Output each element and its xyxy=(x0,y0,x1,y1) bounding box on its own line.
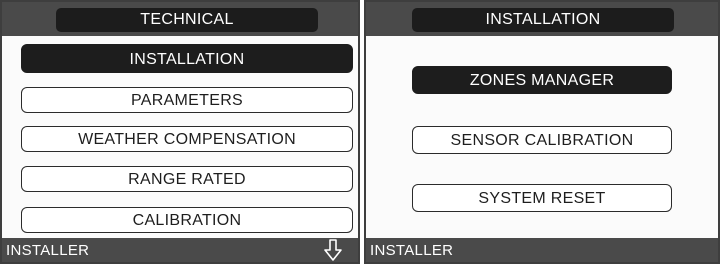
screen-title: INSTALLATION xyxy=(412,8,674,32)
footer-label: INSTALLER xyxy=(6,242,90,259)
header-bar: TECHNICAL xyxy=(2,2,358,36)
screen-title: TECHNICAL xyxy=(56,8,318,32)
menu-item-calibration[interactable]: CALIBRATION xyxy=(21,207,353,233)
menu-item-weather-compensation[interactable]: WEATHER COMPENSATION xyxy=(21,126,353,152)
menu-item-range-rated[interactable]: RANGE RATED xyxy=(21,166,353,192)
menu-item-parameters[interactable]: PARAMETERS xyxy=(21,87,353,113)
footer-bar: INSTALLER xyxy=(2,238,358,262)
footer-label: INSTALLER xyxy=(370,242,454,259)
menu-item-zones-manager[interactable]: ZONES MANAGER xyxy=(412,66,672,94)
header-bar: INSTALLATION xyxy=(366,2,718,36)
display-stage: TECHNICAL INSTALLATION PARAMETERS WEATHE… xyxy=(0,0,720,264)
menu-item-system-reset[interactable]: SYSTEM RESET xyxy=(412,184,672,212)
menu-item-sensor-calibration[interactable]: SENSOR CALIBRATION xyxy=(412,126,672,154)
installation-menu-screen: INSTALLATION ZONES MANAGER SENSOR CALIBR… xyxy=(364,0,720,264)
footer-bar: INSTALLER xyxy=(366,238,718,262)
technical-menu-screen: TECHNICAL INSTALLATION PARAMETERS WEATHE… xyxy=(0,0,360,264)
menu-item-installation[interactable]: INSTALLATION xyxy=(21,44,353,73)
down-arrow-icon[interactable] xyxy=(324,239,342,261)
